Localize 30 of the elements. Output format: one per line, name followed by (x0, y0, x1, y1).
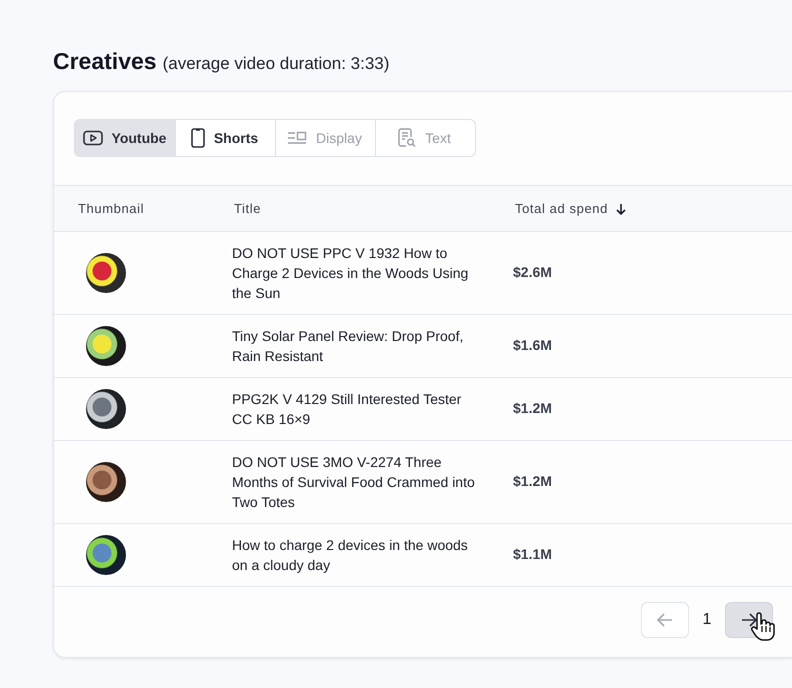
table-cell-text: DO NOT USE 3MO V-2274 Three Months of Survival Food Crammed into Two Totes (232, 453, 476, 512)
video-icon (82, 130, 103, 146)
thumbnail-placeholder (86, 535, 126, 575)
column-header: Thumbnail (78, 201, 144, 216)
table-cell: $1.2M (513, 400, 552, 416)
page-number: 1 (702, 611, 712, 629)
thumbnail-placeholder (86, 462, 126, 502)
tab[interactable]: Youtube (75, 120, 175, 156)
table-cell: $1.2M (513, 473, 552, 489)
page-title: Creatives (53, 48, 157, 75)
arrow-right-icon (741, 613, 757, 627)
tab[interactable]: Shorts (175, 120, 275, 156)
column-header[interactable]: Total ad spend (515, 201, 608, 216)
table-cell: $1.6M (513, 337, 552, 353)
table-cell-text: PPG2K V 4129 Still Interested Tester CC KB 16×9 (232, 390, 462, 429)
table-cell-text: How to charge 2 devices in the woods on a cloudy day (232, 536, 469, 575)
table-cell: $2.6M (513, 264, 552, 280)
hand-cursor-icon (750, 612, 776, 642)
table-cell: $1.1M (513, 546, 552, 562)
layout-icon (287, 131, 308, 145)
thumbnail-placeholder (86, 253, 126, 293)
table-cell-text: Tiny Solar Panel Review: Drop Proof, Rain Resistant (232, 327, 464, 366)
table-cell-text: DO NOT USE PPC V 1932 How to Charge 2 Devices in the Woods Using the Sun (232, 244, 470, 303)
arrow-left-icon (657, 613, 673, 627)
thumbnail-placeholder (86, 326, 126, 366)
thumbnail-placeholder (86, 389, 126, 429)
phone-icon (190, 128, 205, 148)
page-subtitle: (average video duration: 3:33) (162, 54, 390, 74)
document-search-icon (398, 128, 416, 148)
column-header: Title (234, 201, 262, 216)
